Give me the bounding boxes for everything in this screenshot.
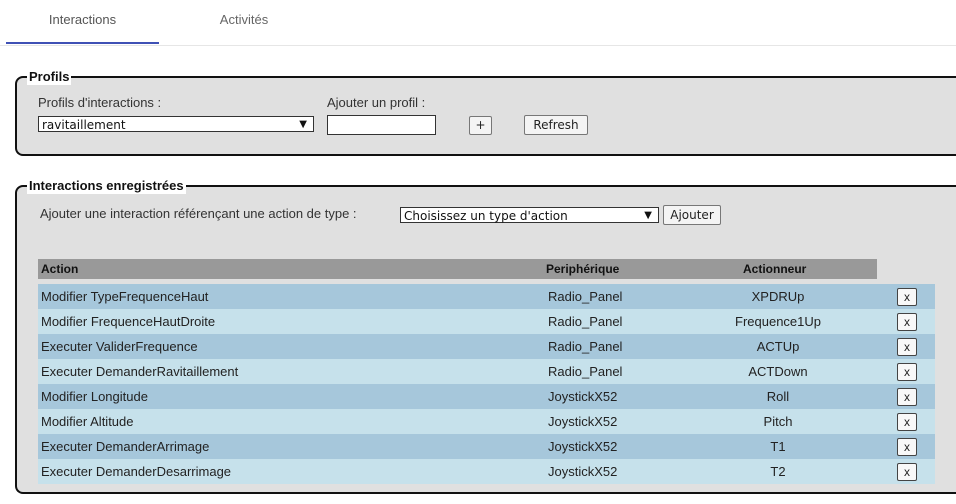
chevron-down-icon: ▼ [644, 210, 652, 221]
action-type-select[interactable]: Choisissez un type d'action ▼ [400, 207, 659, 223]
cell-peripherique: JoystickX52 [548, 414, 618, 429]
cell-action: Modifier TypeFrequenceHaut [41, 289, 209, 304]
add-profile-label: Ajouter un profil : [327, 95, 426, 110]
profils-fieldset: Profils Profils d'interactions : ravitai… [15, 69, 956, 156]
cell-peripherique: Radio_Panel [548, 314, 623, 329]
cell-peripherique: JoystickX52 [548, 389, 618, 404]
cell-action: Executer DemanderArrimage [41, 439, 210, 454]
cell-action: Executer ValiderFrequence [41, 339, 198, 354]
table-header: Action Periphérique Actionneur [38, 259, 877, 279]
chevron-down-icon: ▼ [299, 119, 307, 130]
add-profile-button[interactable]: + [469, 116, 492, 135]
tab-bar: Interactions Activités [0, 0, 956, 46]
column-header-actionneur: Actionneur [743, 262, 807, 276]
refresh-button[interactable]: Refresh [524, 115, 588, 135]
tab-interactions[interactable]: Interactions [6, 0, 159, 44]
profile-select-label: Profils d'interactions : [38, 95, 162, 110]
cell-action: Modifier FrequenceHautDroite [41, 314, 216, 329]
cell-actionneur: Frequence1Up [735, 314, 821, 329]
cell-peripherique: JoystickX52 [548, 464, 618, 479]
cell-peripherique: Radio_Panel [548, 364, 623, 379]
interactions-legend: Interactions enregistrées [27, 178, 186, 194]
table-row: Executer DemanderArrimage JoystickX52 T1 x [38, 434, 935, 459]
cell-actionneur: Pitch [763, 414, 793, 429]
delete-row-button[interactable]: x [897, 413, 917, 431]
column-header-action: Action [41, 262, 79, 276]
cell-actionneur: Roll [766, 389, 790, 404]
delete-row-button[interactable]: x [897, 288, 917, 306]
delete-row-button[interactable]: x [897, 438, 917, 456]
add-interaction-button[interactable]: Ajouter [663, 205, 721, 225]
cell-actionneur: ACTUp [756, 339, 800, 354]
delete-row-button[interactable]: x [897, 463, 917, 481]
profile-select-value: ravitaillement [42, 118, 126, 132]
cell-actionneur: T2 [770, 464, 786, 479]
cell-action: Executer DemanderDesarrimage [41, 464, 232, 479]
column-header-peripherique: Periphérique [546, 262, 620, 276]
profile-select[interactable]: ravitaillement ▼ [38, 116, 314, 132]
delete-row-button[interactable]: x [897, 363, 917, 381]
table-row: Executer ValiderFrequence Radio_Panel ACTU… [38, 334, 935, 359]
active-tab-indicator [6, 42, 159, 44]
table-row: Modifier Altitude JoystickX52 Pitch x [38, 409, 935, 434]
cell-action: Modifier Altitude [41, 414, 134, 429]
cell-actionneur: XPDRUp [751, 289, 805, 304]
add-profile-input[interactable] [327, 115, 436, 135]
table-row: Modifier Longitude JoystickX52 Roll x [38, 384, 935, 409]
cell-action: Executer DemanderRavitaillement [41, 364, 239, 379]
table-row: Executer DemanderDesarrimage JoystickX52 T… [38, 459, 935, 484]
cell-peripherique: Radio_Panel [548, 339, 623, 354]
cell-actionneur: T1 [770, 439, 786, 454]
delete-row-button[interactable]: x [897, 388, 917, 406]
add-interaction-prompt: Ajouter une interaction référençant une … [40, 206, 357, 221]
delete-row-button[interactable]: x [897, 338, 917, 356]
cell-actionneur: ACTDown [748, 364, 808, 379]
profils-legend: Profils [27, 69, 72, 85]
delete-row-button[interactable]: x [897, 313, 917, 331]
cell-peripherique: JoystickX52 [548, 439, 618, 454]
tab-activites[interactable]: Activités [180, 0, 308, 44]
table-row: Executer DemanderRavitaillement Radio_Pan… [38, 359, 935, 384]
table-row: Modifier TypeFrequenceHaut Radio_Panel XPD… [38, 284, 935, 309]
action-type-select-value: Choisissez un type d'action [404, 209, 568, 223]
cell-peripherique: Radio_Panel [548, 289, 623, 304]
cell-action: Modifier Longitude [41, 389, 148, 404]
table-row: Modifier FrequenceHautDroite Radio_Panel F… [38, 309, 935, 334]
